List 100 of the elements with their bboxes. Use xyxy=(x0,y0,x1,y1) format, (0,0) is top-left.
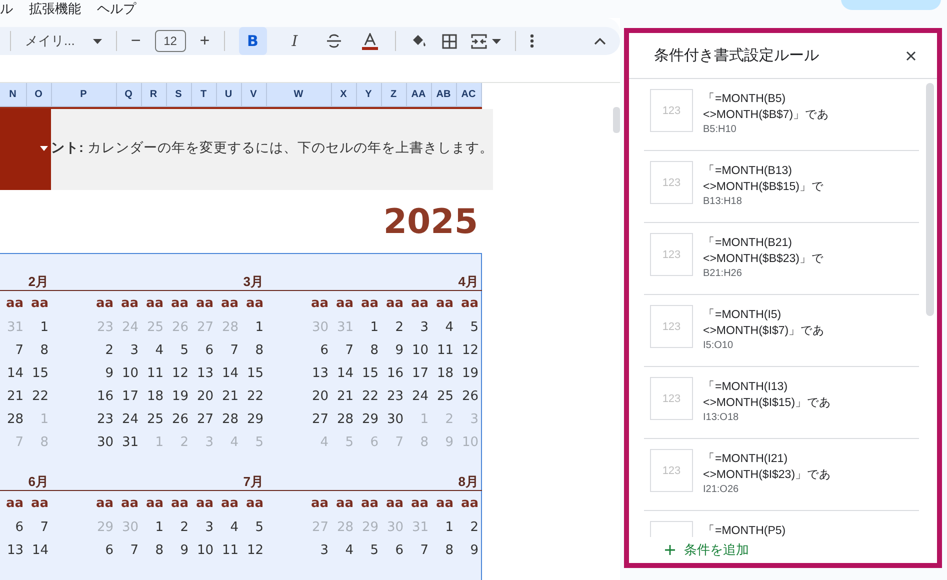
date-cell-text: 8 xyxy=(154,542,164,560)
italic-button[interactable]: I xyxy=(280,27,309,55)
caret-icon[interactable] xyxy=(492,38,501,44)
date-cell-text: 27 xyxy=(310,411,330,429)
date-cell-text: 14 xyxy=(220,365,240,383)
date-cell-text: 5 xyxy=(179,342,190,360)
column-header[interactable]: N xyxy=(0,83,26,107)
date-cell-text: 31 xyxy=(410,519,430,537)
date-cell-text: 30 xyxy=(386,411,404,429)
rule-item[interactable]: 123 「=MONTH(B5) <>MONTH($B$7)」であ B5:H10 xyxy=(644,79,919,151)
date-cell-text: 28 xyxy=(220,411,240,429)
date-cell-text: 9 xyxy=(444,434,454,452)
date-cell-text: 13 xyxy=(196,365,214,383)
date-cell-text: 4 xyxy=(229,519,240,537)
date-cell-text: 23 xyxy=(96,319,114,337)
more-icon[interactable] xyxy=(530,34,534,48)
date-cell-text: 4 xyxy=(229,434,240,452)
date-cell-text: 3 xyxy=(204,434,214,452)
date-cell-text: 7 xyxy=(14,434,24,452)
rule-item[interactable]: 123 「=MONTH(B21) <>MONTH($B$23)」で B21:H26 xyxy=(644,223,919,295)
weekday-label: aa xyxy=(220,495,240,513)
bold-button[interactable]: B xyxy=(238,27,267,55)
month-title: 3月 xyxy=(242,273,264,291)
column-header[interactable]: W xyxy=(266,83,332,107)
scrollbar-thumb[interactable] xyxy=(613,107,620,133)
column-header[interactable]: Z xyxy=(382,83,406,107)
weekday-label: aa xyxy=(144,495,164,513)
weekday-label: aa xyxy=(94,495,114,513)
date-cell-text: 4 xyxy=(154,342,164,360)
date-cell-text: 8 xyxy=(39,434,50,452)
column-header[interactable]: AC xyxy=(456,83,482,107)
close-icon[interactable] xyxy=(906,50,916,60)
weekday-label: aa xyxy=(384,495,404,513)
date-cell-text: 28 xyxy=(336,519,354,537)
weekday-label: aa xyxy=(220,295,240,313)
font-size-field[interactable]: 12 xyxy=(154,30,186,52)
column-header[interactable]: AA xyxy=(406,83,432,107)
month-title: 6月 xyxy=(27,473,50,491)
date-cell-text: 6 xyxy=(204,342,214,360)
strikethrough-icon[interactable] xyxy=(326,34,342,48)
font-dropdown[interactable]: メイリ... xyxy=(25,32,102,50)
increase-button[interactable]: + xyxy=(200,31,210,51)
column-header[interactable]: T xyxy=(192,83,216,107)
scrollbar-thumb[interactable] xyxy=(926,83,934,316)
column-header[interactable]: R xyxy=(142,83,166,107)
collapse-icon[interactable] xyxy=(594,38,606,44)
column-header[interactable]: AB xyxy=(432,83,456,107)
rule-range: I21:O26 xyxy=(703,483,740,497)
date-cell-text: 27 xyxy=(196,319,214,337)
date-cell-text: 24 xyxy=(410,388,430,406)
rule-item[interactable]: 123 「=MONTH(I21) <>MONTH($I$23)」であ I21:O26 xyxy=(644,439,919,511)
date-cell-text: 23 xyxy=(386,388,404,406)
date-cell-text: 24 xyxy=(120,411,140,429)
rule-condition: 「=MONTH(I21) xyxy=(703,452,789,467)
text-color-icon[interactable] xyxy=(362,32,378,50)
date-cell-text: 3 xyxy=(469,411,480,429)
column-header[interactable]: O xyxy=(26,83,52,107)
preview-text: 123 xyxy=(662,248,681,260)
column-header[interactable]: X xyxy=(332,83,356,107)
date-cell-text: 22 xyxy=(30,388,50,406)
date-cell-text: 16 xyxy=(96,388,114,406)
column-header[interactable]: Y xyxy=(356,83,382,107)
borders-icon[interactable] xyxy=(442,34,457,48)
date-cell-text: 12 xyxy=(460,342,480,360)
column-header[interactable]: V xyxy=(242,83,266,107)
date-cell-text: 30 xyxy=(120,519,140,537)
add-rule-button[interactable]: 条件を追加 xyxy=(665,541,749,559)
caret-icon[interactable] xyxy=(92,38,102,44)
menu-item[interactable]: 拡張機能 xyxy=(29,0,81,18)
date-cell-text: 31 xyxy=(120,434,140,452)
weekday-label: aa xyxy=(410,295,430,313)
date-cell-text: 1 xyxy=(419,411,430,429)
date-cell-text: 6 xyxy=(369,434,380,452)
column-header[interactable]: P xyxy=(52,83,116,107)
decrease-button[interactable]: − xyxy=(130,31,141,51)
rule-item[interactable]: 「=MONTH(P5) xyxy=(644,511,919,537)
date-cell-text: 15 xyxy=(360,365,380,383)
dropdown-icon[interactable] xyxy=(40,146,48,151)
weekday-label: aa xyxy=(434,295,454,313)
column-header[interactable]: U xyxy=(216,83,242,107)
date-cell-text: 8 xyxy=(39,342,50,360)
date-cell-text: 27 xyxy=(310,519,330,537)
rule-condition: 「=MONTH(B13) xyxy=(703,164,793,179)
date-cell-text: 6 xyxy=(104,542,114,560)
rule-range: I5:O10 xyxy=(703,339,734,353)
date-cell-text: 9 xyxy=(104,365,114,383)
menu-item[interactable]: ヘルプ xyxy=(97,0,136,18)
menu-item[interactable]: ル xyxy=(0,0,13,18)
date-cell-text: 28 xyxy=(6,411,24,429)
rule-item[interactable]: 123 「=MONTH(I5) <>MONTH($I$7)」であ I5:O10 xyxy=(644,295,919,367)
merge-icon[interactable] xyxy=(470,34,487,48)
column-header[interactable]: S xyxy=(166,83,192,107)
date-cell-text: 8 xyxy=(444,542,454,560)
date-cell-text: 7 xyxy=(14,342,24,360)
rule-item[interactable]: 123 「=MONTH(B13) <>MONTH($B$15)」で B13:H18 xyxy=(644,151,919,223)
date-cell-text: 14 xyxy=(30,542,50,560)
column-header[interactable]: Q xyxy=(116,83,142,107)
rule-item[interactable]: 123 「=MONTH(I13) <>MONTH($I$15)」であ I13:O18 xyxy=(644,367,919,439)
preview-text: 123 xyxy=(662,392,681,404)
rule-condition: 「=MONTH(I5) xyxy=(703,308,782,323)
